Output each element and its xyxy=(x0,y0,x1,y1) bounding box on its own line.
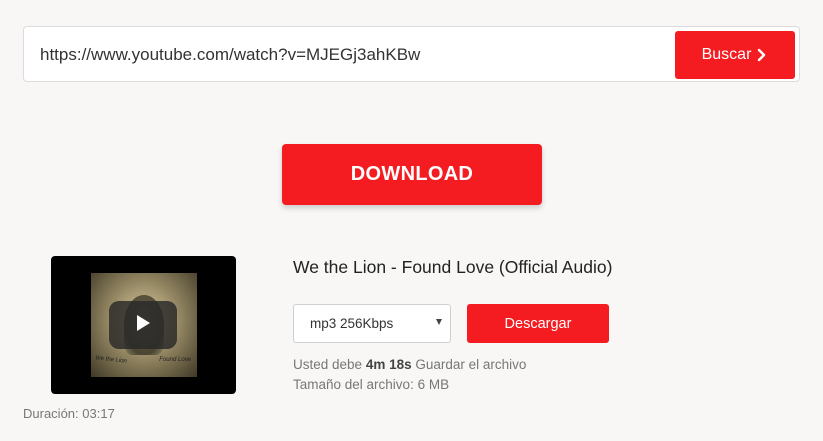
save-note-time: 4m 18s xyxy=(365,357,412,372)
file-size-note: Tamaño del archivo: 6 MB xyxy=(293,377,449,392)
url-input[interactable] xyxy=(40,41,660,69)
play-button[interactable] xyxy=(109,301,177,349)
download-button[interactable]: DOWNLOAD xyxy=(282,144,542,205)
save-time-note: Usted debe 4m 18s Guardar el archivo xyxy=(293,357,526,372)
video-thumbnail[interactable]: We the Lion Found Love xyxy=(51,256,236,394)
search-button-label: Buscar xyxy=(701,46,752,63)
duration-label: Duración: xyxy=(23,406,79,421)
album-caption-title: Found Love xyxy=(159,357,191,363)
save-note-prefix: Usted debe xyxy=(293,357,363,372)
descargar-button[interactable]: Descargar xyxy=(467,304,609,343)
search-box: Buscar xyxy=(23,26,800,82)
caret-down-icon xyxy=(436,319,442,325)
video-duration: Duración: 03:17 xyxy=(23,406,115,421)
chevron-right-icon xyxy=(756,48,768,62)
video-title: We the Lion - Found Love (Official Audio… xyxy=(293,257,613,277)
format-select[interactable]: mp3 256Kbps xyxy=(293,304,451,343)
search-button[interactable]: Buscar xyxy=(675,31,795,79)
save-note-suffix: Guardar el archivo xyxy=(415,357,527,372)
file-size-value: 6 MB xyxy=(417,377,450,392)
play-icon xyxy=(133,313,153,338)
duration-value: 03:17 xyxy=(82,406,115,421)
file-size-label: Tamaño del archivo: xyxy=(293,377,414,392)
album-caption-artist: We the Lion xyxy=(94,355,128,365)
format-select-value: mp3 256Kbps xyxy=(310,316,394,331)
